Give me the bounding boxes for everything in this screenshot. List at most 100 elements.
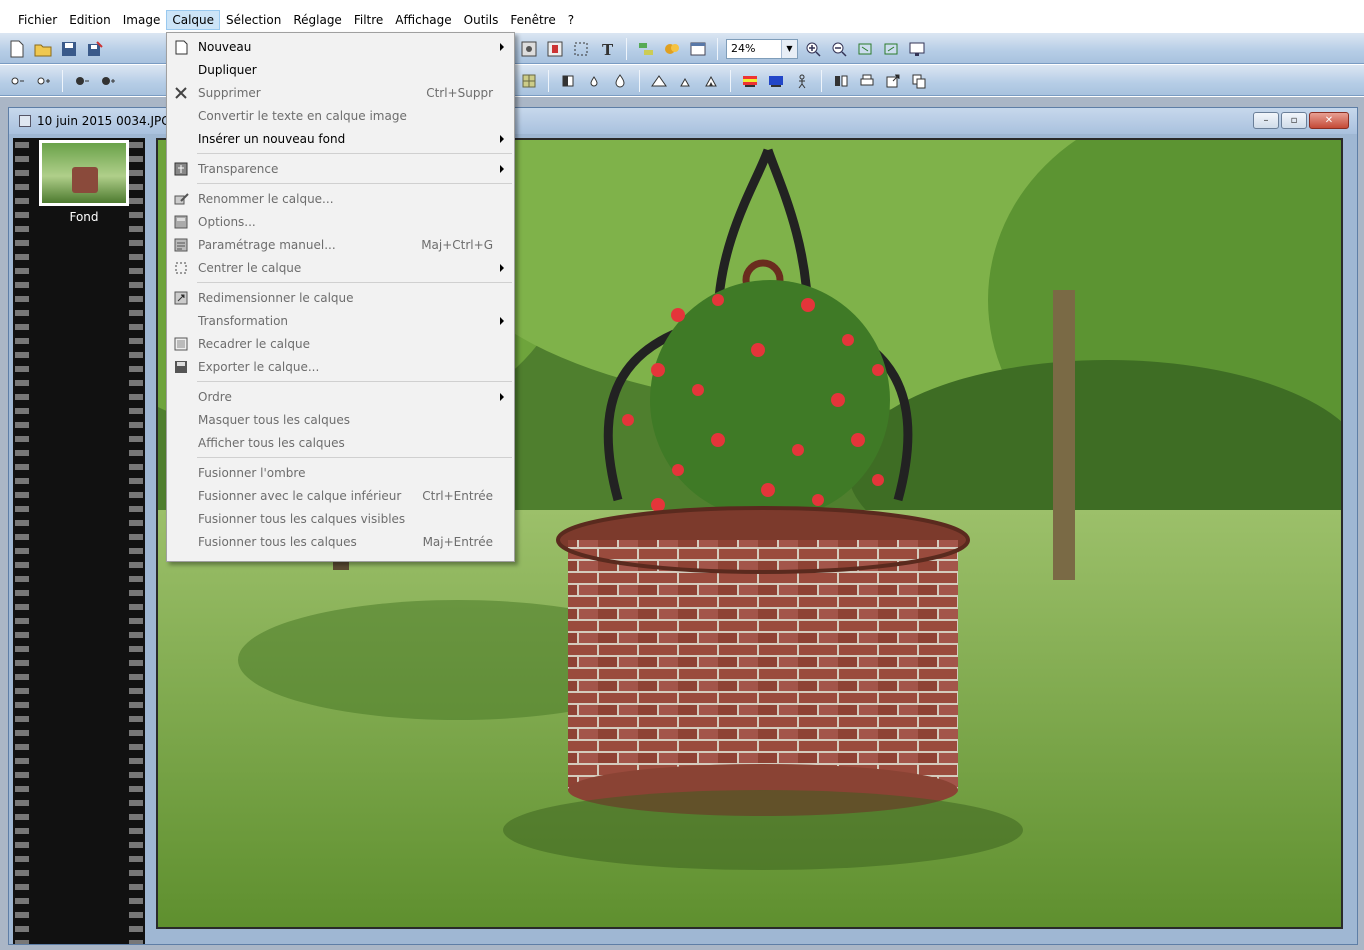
menu-item-hide-all[interactable]: Masquer tous les calques xyxy=(167,408,514,431)
submenu-arrow-icon xyxy=(500,393,504,401)
menu-edition[interactable]: Edition xyxy=(63,10,117,30)
close-icon[interactable]: ✕ xyxy=(1309,112,1349,129)
contrast-down-icon[interactable] xyxy=(71,70,93,92)
mosaic-icon[interactable] xyxy=(518,70,540,92)
layer-name: Fond xyxy=(69,210,99,224)
copy-icon[interactable] xyxy=(908,70,930,92)
brightness-down-icon[interactable] xyxy=(6,70,28,92)
document-icon xyxy=(19,115,31,127)
menu-image[interactable]: Image xyxy=(117,10,167,30)
menu-item-transformation[interactable]: Transformation xyxy=(167,309,514,332)
menu-item-center[interactable]: Centrer le calque xyxy=(167,256,514,279)
contrast-up-icon[interactable] xyxy=(97,70,119,92)
menu-item-new[interactable]: Nouveau xyxy=(167,35,514,58)
flip-icon[interactable] xyxy=(830,70,852,92)
menu-item-options[interactable]: Options... xyxy=(167,210,514,233)
tone-icon[interactable] xyxy=(557,70,579,92)
drop-large-icon[interactable] xyxy=(609,70,631,92)
print-icon[interactable] xyxy=(856,70,878,92)
zoom-select[interactable]: 24% ▼ xyxy=(726,38,798,59)
rename-pencil-icon xyxy=(173,191,189,207)
menu-item-label: Exporter le calque... xyxy=(198,359,320,374)
open-folder-icon[interactable] xyxy=(32,38,54,60)
layer-thumbnail[interactable] xyxy=(39,140,129,206)
menu-item-label: Options... xyxy=(198,214,256,229)
menu-outils[interactable]: Outils xyxy=(458,10,505,30)
color-balance-icon[interactable] xyxy=(739,70,761,92)
menu-item-label: Fusionner tous les calques visibles xyxy=(198,511,406,526)
menu-item-order[interactable]: Ordre xyxy=(167,385,514,408)
transparency-icon xyxy=(173,161,189,177)
text-tool-icon[interactable]: T xyxy=(596,38,618,60)
menu-item-label: Nouveau xyxy=(198,39,252,54)
menu-item-crop[interactable]: Recadrer le calque xyxy=(167,332,514,355)
menu-selection[interactable]: Sélection xyxy=(220,10,287,30)
menu-item-label: Dupliquer xyxy=(198,62,257,77)
figure-icon[interactable] xyxy=(791,70,813,92)
fit-window-icon[interactable] xyxy=(854,38,876,60)
toolbar-separator xyxy=(626,37,627,60)
window-icon[interactable] xyxy=(687,38,709,60)
menu-filtre[interactable]: Filtre xyxy=(348,10,389,30)
menu-item-duplicate[interactable]: Dupliquer xyxy=(167,58,514,81)
submenu-arrow-icon xyxy=(500,165,504,173)
menu-item-merge-down[interactable]: Fusionner avec le calque inférieur Ctrl+… xyxy=(167,484,514,507)
shortcut-label: Ctrl+Entrée xyxy=(422,488,493,503)
minimize-icon[interactable]: – xyxy=(1253,112,1279,129)
soften-icon[interactable] xyxy=(700,70,722,92)
layer-mask-icon[interactable] xyxy=(544,38,566,60)
save-as-icon[interactable] xyxy=(84,38,106,60)
menu-item-delete[interactable]: Supprimer Ctrl+Suppr xyxy=(167,81,514,104)
fullscreen-icon[interactable] xyxy=(906,38,928,60)
menu-item-rename[interactable]: Renommer le calque... xyxy=(167,187,514,210)
menu-fichier[interactable]: Fichier xyxy=(12,10,63,30)
chevron-down-icon[interactable]: ▼ xyxy=(781,39,797,58)
menu-item-resize[interactable]: Redimensionner le calque xyxy=(167,286,514,309)
menu-item-convert-text[interactable]: Convertir le texte en calque image xyxy=(167,104,514,127)
actual-size-icon[interactable] xyxy=(880,38,902,60)
menu-reglage[interactable]: Réglage xyxy=(287,10,348,30)
menu-item-transparency[interactable]: Transparence xyxy=(167,157,514,180)
menu-item-show-all[interactable]: Afficher tous les calques xyxy=(167,431,514,454)
menu-item-label: Masquer tous les calques xyxy=(198,412,350,427)
menu-item-label: Fusionner tous les calques xyxy=(198,534,357,549)
options-icon xyxy=(173,214,189,230)
zoom-in-icon[interactable] xyxy=(802,38,824,60)
document-title: 10 juin 2015 0034.JPG xyxy=(37,114,171,128)
save-icon[interactable] xyxy=(58,38,80,60)
menu-item-merge-shadow[interactable]: Fusionner l'ombre xyxy=(167,461,514,484)
menu-bar: Fichier Edition Image Calque Sélection R… xyxy=(0,0,1364,33)
new-file-icon[interactable] xyxy=(6,38,28,60)
menu-item-merge-all[interactable]: Fusionner tous les calques Maj+Entrée xyxy=(167,530,514,553)
menu-item-label: Redimensionner le calque xyxy=(198,290,354,305)
toolbar-separator xyxy=(62,69,63,92)
selection-rect-icon[interactable] xyxy=(570,38,592,60)
thumbnail-well xyxy=(72,167,98,193)
toolbar-separator xyxy=(548,69,549,92)
effects-icon[interactable] xyxy=(661,38,683,60)
menu-separator xyxy=(197,153,512,154)
menu-affichage[interactable]: Affichage xyxy=(389,10,457,30)
layer-filmstrip: Fond xyxy=(13,138,145,944)
center-layer-icon xyxy=(173,260,189,276)
layers-panel-icon[interactable] xyxy=(635,38,657,60)
menu-item-insert-background[interactable]: Insérer un nouveau fond xyxy=(167,127,514,150)
toolbar-separator xyxy=(639,69,640,92)
sharpen-icon[interactable] xyxy=(648,70,670,92)
zoom-out-icon[interactable] xyxy=(828,38,850,60)
menu-calque[interactable]: Calque xyxy=(166,10,221,30)
restore-icon[interactable]: ▫ xyxy=(1281,112,1307,129)
drop-small-icon[interactable] xyxy=(583,70,605,92)
crop-icon xyxy=(173,336,189,352)
menu-item-label: Transformation xyxy=(198,313,289,328)
brightness-up-icon[interactable] xyxy=(32,70,54,92)
menu-item-export[interactable]: Exporter le calque... xyxy=(167,355,514,378)
menu-fenetre[interactable]: Fenêtre xyxy=(504,10,561,30)
blur-icon[interactable] xyxy=(674,70,696,92)
menu-item-manual-settings[interactable]: Paramétrage manuel... Maj+Ctrl+G xyxy=(167,233,514,256)
gradient-icon[interactable] xyxy=(765,70,787,92)
menu-help[interactable]: ? xyxy=(562,10,580,30)
export-icon[interactable] xyxy=(882,70,904,92)
layer-image-icon[interactable] xyxy=(518,38,540,60)
menu-item-merge-visible[interactable]: Fusionner tous les calques visibles xyxy=(167,507,514,530)
